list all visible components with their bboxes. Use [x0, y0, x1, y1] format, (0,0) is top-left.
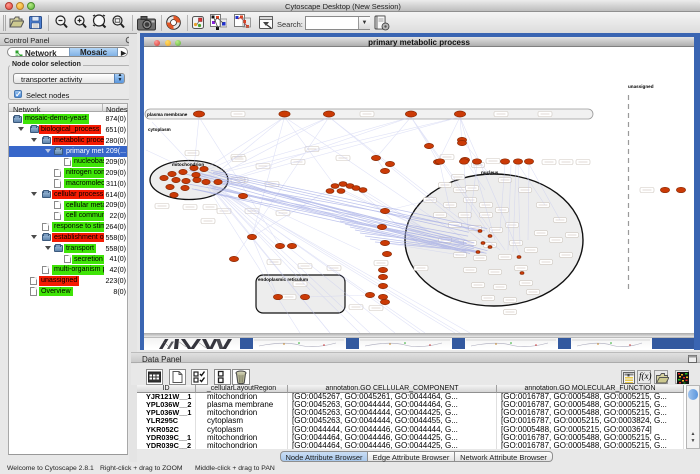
- svg-text:plasma membrane: plasma membrane: [147, 112, 188, 117]
- svg-text:cytoplasm: cytoplasm: [148, 127, 171, 132]
- svg-text:mitochondrion: mitochondrion: [172, 162, 204, 167]
- svg-text:endoplasmic reticulum: endoplasmic reticulum: [258, 277, 308, 282]
- svg-text:nucleus: nucleus: [481, 170, 499, 175]
- svg-text:unassigned: unassigned: [628, 84, 654, 89]
